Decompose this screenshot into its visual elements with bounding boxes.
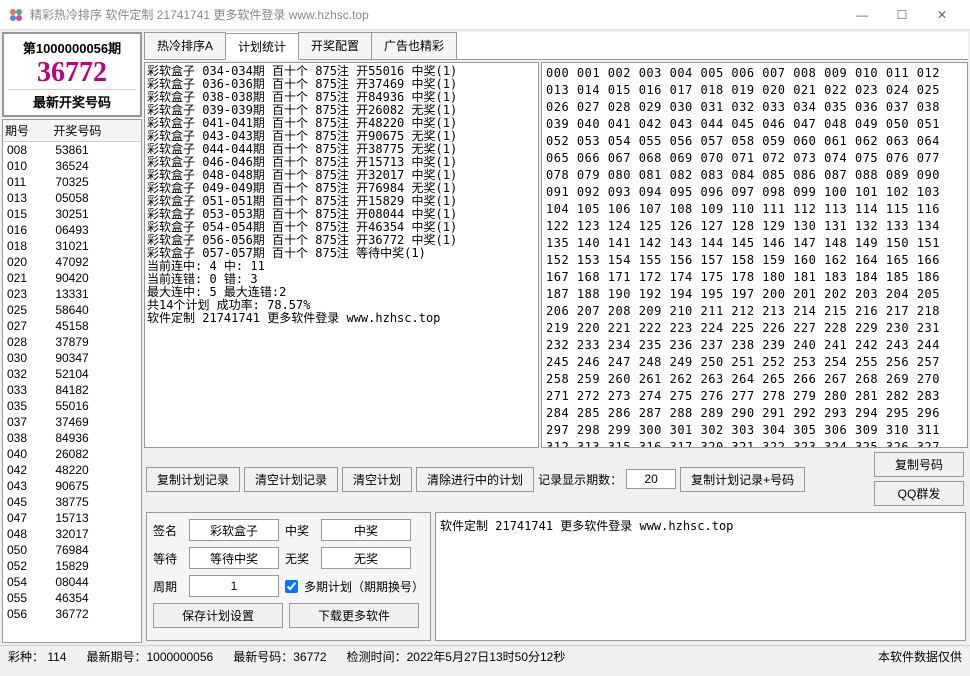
status-check-time: 检测时间：2022年5月27日13时50分12秒 (347, 648, 566, 665)
latest-label: 最新开奖号码 (8, 89, 136, 111)
table-row[interactable]: 01606493 (3, 222, 141, 238)
window-title: 精彩热冷排序 软件定制 21741741 更多软件登录 www.hzhsc.to… (30, 6, 842, 23)
table-row[interactable]: 05215829 (3, 558, 141, 574)
sign-label: 签名 (153, 522, 183, 539)
status-seed: 彩种： 114 (8, 648, 66, 665)
table-row[interactable]: 05636772 (3, 606, 141, 622)
numbers-grid[interactable]: 000 001 002 003 004 005 006 007 008 009 … (541, 62, 968, 448)
clear-running-button[interactable]: 清除进行中的计划 (416, 467, 534, 492)
table-row[interactable]: 05546354 (3, 590, 141, 606)
table-row[interactable]: 04715713 (3, 510, 141, 526)
history-table[interactable]: 期号 开奖号码 00853861010365240117032501305058… (2, 119, 142, 643)
table-row[interactable]: 02190420 (3, 270, 141, 286)
period-input[interactable] (189, 575, 279, 597)
table-row[interactable]: 02313331 (3, 286, 141, 302)
plan-settings-panel: 签名 中奖 等待 无奖 周期 多期计划（期期换号） (146, 512, 431, 641)
qq-send-button[interactable]: QQ群发 (874, 481, 964, 506)
table-row[interactable]: 01831021 (3, 238, 141, 254)
table-row[interactable]: 03737469 (3, 414, 141, 430)
table-row[interactable]: 05408044 (3, 574, 141, 590)
wait-label: 等待 (153, 550, 183, 567)
table-row[interactable]: 02558640 (3, 302, 141, 318)
big-number: 36772 (8, 57, 136, 89)
info-panel: 软件定制 21741741 更多软件登录 www.hzhsc.top (435, 512, 966, 641)
table-row[interactable]: 01170325 (3, 174, 141, 190)
table-row[interactable]: 03252104 (3, 366, 141, 382)
table-row[interactable]: 00853861 (3, 142, 141, 159)
period-label-form: 周期 (153, 578, 183, 595)
table-row[interactable]: 03090347 (3, 350, 141, 366)
period-label: 第1000000056期 (8, 38, 136, 57)
table-row[interactable]: 01036524 (3, 158, 141, 174)
tab-ads[interactable]: 广告也精彩 (371, 32, 457, 59)
clear-plan-button[interactable]: 清空计划 (342, 467, 412, 492)
win-input[interactable] (321, 519, 411, 541)
win-label: 中奖 (285, 522, 315, 539)
tab-hotcold-a[interactable]: 热冷排序A (144, 32, 226, 59)
lose-input[interactable] (321, 547, 411, 569)
status-disclaimer: 本软件数据仅供 (878, 648, 962, 665)
download-more-button[interactable]: 下载更多软件 (289, 603, 419, 628)
multi-plan-label: 多期计划（期期换号） (304, 578, 424, 595)
table-row[interactable]: 04832017 (3, 526, 141, 542)
table-row[interactable]: 04026082 (3, 446, 141, 462)
plan-log[interactable]: 彩软盒子 034-034期 百十个 875注 开55016 中奖(1) 彩软盒子… (144, 62, 539, 448)
minimize-button[interactable]: — (842, 1, 882, 29)
table-row[interactable]: 04538775 (3, 494, 141, 510)
col-period: 期号 (3, 120, 51, 142)
copy-numbers-button[interactable]: 复制号码 (874, 452, 964, 477)
maximize-button[interactable]: ☐ (882, 1, 922, 29)
table-row[interactable]: 02837879 (3, 334, 141, 350)
table-row[interactable]: 04390675 (3, 478, 141, 494)
tab-bar: 热冷排序A 计划统计 开奖配置 广告也精彩 (144, 32, 968, 60)
copy-plan-numbers-button[interactable]: 复制计划记录+号码 (680, 467, 805, 492)
record-periods-label: 记录显示期数： (538, 471, 622, 488)
save-plan-button[interactable]: 保存计划设置 (153, 603, 283, 628)
clear-plan-log-button[interactable]: 清空计划记录 (244, 467, 338, 492)
titlebar: 精彩热冷排序 软件定制 21741741 更多软件登录 www.hzhsc.to… (0, 0, 970, 30)
table-row[interactable]: 01530251 (3, 206, 141, 222)
table-row[interactable]: 01305058 (3, 190, 141, 206)
tab-draw-config[interactable]: 开奖配置 (298, 32, 372, 59)
wait-input[interactable] (189, 547, 279, 569)
lose-label: 无奖 (285, 550, 315, 567)
table-row[interactable]: 05076984 (3, 542, 141, 558)
close-button[interactable]: ✕ (922, 1, 962, 29)
status-latest-period: 最新期号：1000000056 (86, 648, 213, 665)
multi-plan-checkbox[interactable] (285, 580, 298, 593)
sign-input[interactable] (189, 519, 279, 541)
table-row[interactable]: 03384182 (3, 382, 141, 398)
app-icon (8, 7, 24, 23)
table-row[interactable]: 02745158 (3, 318, 141, 334)
status-latest-number: 最新号码：36772 (233, 648, 326, 665)
tab-plan-stats[interactable]: 计划统计 (225, 33, 299, 60)
col-number: 开奖号码 (51, 120, 141, 142)
table-row[interactable]: 02047092 (3, 254, 141, 270)
table-row[interactable]: 03555016 (3, 398, 141, 414)
table-row[interactable]: 04248220 (3, 462, 141, 478)
table-row[interactable]: 03884936 (3, 430, 141, 446)
current-period-box: 第1000000056期 36772 最新开奖号码 (2, 32, 142, 117)
record-periods-input[interactable] (626, 469, 676, 489)
copy-plan-log-button[interactable]: 复制计划记录 (146, 467, 240, 492)
statusbar: 彩种： 114 最新期号：1000000056 最新号码：36772 检测时间：… (0, 645, 970, 667)
